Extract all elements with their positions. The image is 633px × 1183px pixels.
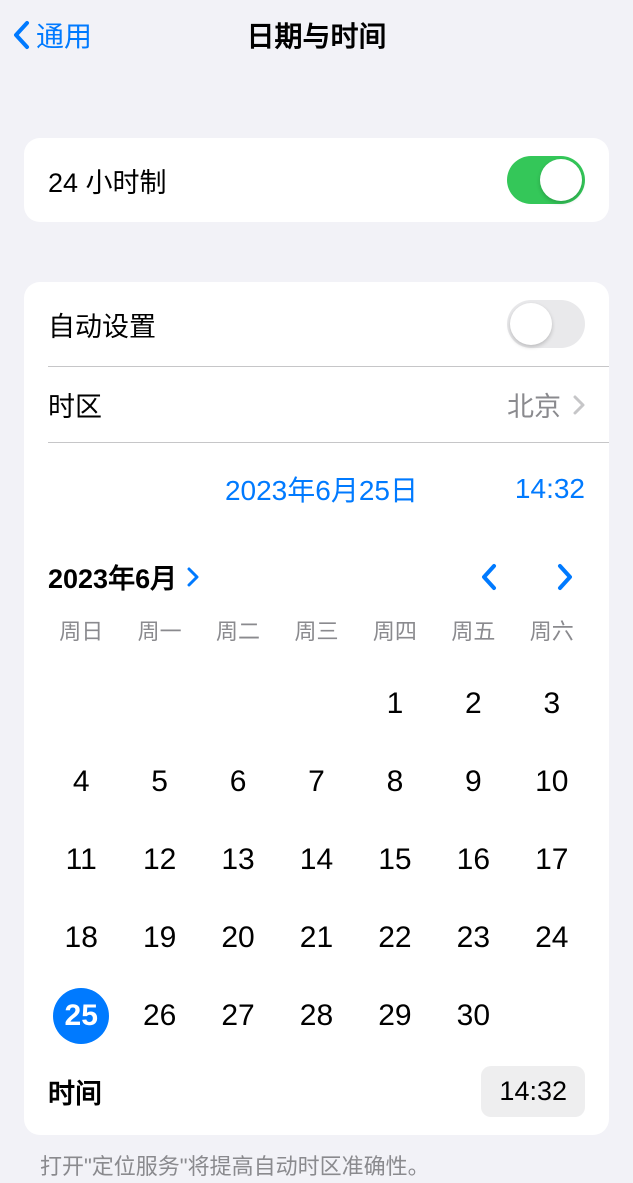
label-24h-clock: 24 小时制: [48, 161, 507, 200]
calendar-weekday: 周日: [42, 608, 120, 656]
calendar-weekday: 周一: [120, 608, 198, 656]
calendar-day[interactable]: 20: [199, 908, 277, 968]
calendar-day[interactable]: 4: [42, 752, 120, 812]
calendar-day[interactable]: 12: [120, 830, 198, 890]
calendar-weekday: 周四: [356, 608, 434, 656]
calendar-day[interactable]: 5: [120, 752, 198, 812]
calendar-day[interactable]: 2: [434, 674, 512, 734]
calendar-day[interactable]: 22: [356, 908, 434, 968]
calendar-day[interactable]: 21: [277, 908, 355, 968]
chevron-left-icon: [12, 20, 30, 50]
calendar-day[interactable]: 30: [434, 986, 512, 1046]
calendar-empty-cell: [120, 674, 198, 734]
value-timezone: 北京: [507, 385, 561, 424]
switch-24h-clock[interactable]: [507, 156, 585, 204]
selected-date-display[interactable]: 2023年6月25日: [48, 469, 515, 509]
calendar-weekday: 周三: [277, 608, 355, 656]
calendar-empty-cell: [42, 674, 120, 734]
calendar-day[interactable]: 7: [277, 752, 355, 812]
calendar-day[interactable]: 29: [356, 986, 434, 1046]
calendar-day[interactable]: 6: [199, 752, 277, 812]
calendar-day[interactable]: 11: [42, 830, 120, 890]
back-button[interactable]: 通用: [12, 15, 92, 55]
calendar-day[interactable]: 27: [199, 986, 277, 1046]
calendar-day[interactable]: 8: [356, 752, 434, 812]
time-picker-button[interactable]: 14:32: [481, 1066, 585, 1117]
chevron-right-icon: [573, 395, 585, 415]
calendar-day[interactable]: 15: [356, 830, 434, 890]
calendar-day[interactable]: 10: [513, 752, 591, 812]
calendar-day[interactable]: 19: [120, 908, 198, 968]
label-timezone: 时区: [48, 385, 507, 424]
label-auto-set: 自动设置: [48, 305, 507, 344]
calendar-day[interactable]: 16: [434, 830, 512, 890]
calendar-day[interactable]: 28: [277, 986, 355, 1046]
calendar-month-label: 2023年6月: [48, 557, 177, 596]
calendar-prev-button[interactable]: [469, 563, 509, 591]
chevron-left-icon: [481, 563, 497, 591]
calendar-empty-cell: [199, 674, 277, 734]
calendar-next-button[interactable]: [545, 563, 585, 591]
footer-hint: 打开"定位服务"将提高自动时区准确性。: [40, 1149, 593, 1181]
switch-knob: [510, 303, 552, 345]
calendar-day[interactable]: 17: [513, 830, 591, 890]
calendar-month-button[interactable]: 2023年6月: [48, 557, 199, 596]
switch-knob: [540, 159, 582, 201]
calendar-day[interactable]: 1: [356, 674, 434, 734]
row-24h-clock: 24 小时制: [24, 138, 609, 222]
calendar-empty-cell: [277, 674, 355, 734]
row-auto-set: 自动设置: [24, 282, 609, 366]
calendar-grid: 周日周一周二周三周四周五周六12345678910111213141516171…: [24, 608, 609, 1056]
calendar-weekday: 周二: [199, 608, 277, 656]
time-label: 时间: [48, 1072, 481, 1111]
row-time-picker: 时间 14:32: [24, 1056, 609, 1135]
calendar-day[interactable]: 9: [434, 752, 512, 812]
calendar-day[interactable]: 18: [42, 908, 120, 968]
back-label: 通用: [36, 15, 92, 55]
switch-auto-set[interactable]: [507, 300, 585, 348]
calendar-day[interactable]: 25: [42, 986, 120, 1046]
calendar-weekday: 周五: [434, 608, 512, 656]
selected-time-display[interactable]: 14:32: [515, 473, 585, 505]
calendar-weekday: 周六: [513, 608, 591, 656]
calendar-day[interactable]: 26: [120, 986, 198, 1046]
calendar-day[interactable]: 13: [199, 830, 277, 890]
row-datetime-display: 2023年6月25日 14:32: [24, 443, 609, 535]
row-timezone[interactable]: 时区 北京: [24, 367, 609, 442]
calendar-day[interactable]: 24: [513, 908, 591, 968]
page-title: 日期与时间: [0, 15, 633, 55]
calendar-day[interactable]: 14: [277, 830, 355, 890]
calendar-day[interactable]: 23: [434, 908, 512, 968]
calendar-day[interactable]: 3: [513, 674, 591, 734]
chevron-right-icon: [557, 563, 573, 591]
chevron-right-icon: [187, 567, 199, 587]
